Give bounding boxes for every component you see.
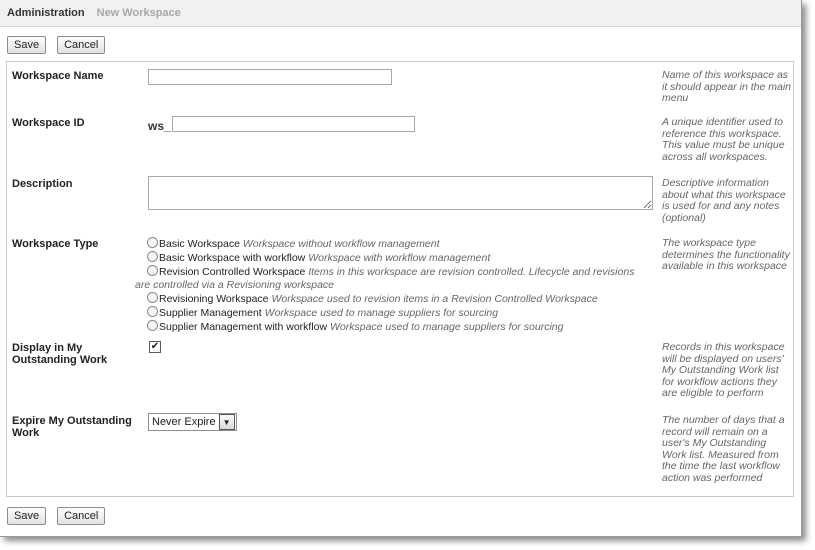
- expire-label: Expire My Outstanding Work: [12, 415, 132, 439]
- workspace-form: Workspace Name Name of this workspace as…: [6, 61, 794, 497]
- bottom-toolbar: Save Cancel: [7, 507, 106, 527]
- chevron-down-icon[interactable]: ▼: [218, 414, 235, 430]
- breadcrumb-new-workspace: New Workspace: [96, 7, 181, 19]
- outstanding-help: Records in this workspace will be displa…: [662, 341, 785, 399]
- description-textarea[interactable]: [148, 176, 653, 210]
- type-option-label: Basic Workspace with workflow: [159, 252, 306, 264]
- type-option-revisioning[interactable]: Revisioning Workspace Workspace used to …: [147, 292, 652, 306]
- workspace-type-help: The workspace type determines the functi…: [662, 237, 790, 272]
- type-option-revision-controlled[interactable]: Revision Controlled Workspace Items in t…: [135, 265, 645, 292]
- workspace-id-help: A unique identifier used to reference th…: [662, 116, 785, 163]
- workspace-id-label: Workspace ID: [12, 117, 85, 129]
- type-option-label: Basic Workspace: [159, 238, 240, 250]
- checkmark-icon: ✔: [150, 341, 160, 352]
- type-option-description: Workspace used to manage suppliers for s…: [264, 307, 499, 319]
- cancel-button-bottom[interactable]: Cancel: [57, 507, 106, 525]
- type-option-label: Supplier Management with workflow: [159, 321, 328, 333]
- radio-icon[interactable]: [147, 237, 158, 248]
- description-help: Descriptive information about what this …: [662, 177, 786, 224]
- description-label: Description: [12, 178, 73, 190]
- radio-icon[interactable]: [147, 306, 158, 317]
- radio-icon[interactable]: [147, 320, 158, 331]
- type-option-basic[interactable]: Basic Workspace Workspace without workfl…: [147, 237, 652, 251]
- outstanding-label: Display in My Outstanding Work: [12, 342, 108, 366]
- save-button-bottom[interactable]: Save: [7, 507, 47, 525]
- expire-help: The number of days that a record will re…: [662, 414, 785, 484]
- expire-select[interactable]: Never Expire ▼: [148, 413, 237, 431]
- workspace-name-input[interactable]: [148, 69, 392, 85]
- workspace-id-prefix: ws_: [148, 119, 171, 133]
- type-option-description: Workspace with workflow management: [308, 252, 491, 264]
- workspace-window: Administration New Workspace Save Cancel…: [0, 0, 802, 537]
- breadcrumb-administration[interactable]: Administration: [7, 7, 85, 19]
- type-option-supplier[interactable]: Supplier Management Workspace used to ma…: [147, 306, 652, 320]
- top-toolbar: Save Cancel: [7, 36, 106, 56]
- radio-icon[interactable]: [147, 251, 158, 262]
- cancel-button[interactable]: Cancel: [57, 36, 106, 54]
- type-option-label: Supplier Management: [159, 307, 262, 319]
- breadcrumb: Administration New Workspace: [0, 0, 801, 27]
- expire-select-value: Never Expire: [152, 416, 216, 428]
- workspace-type-label: Workspace Type: [12, 238, 99, 250]
- workspace-name-label: Workspace Name: [12, 70, 104, 82]
- type-option-label: Revision Controlled Workspace: [159, 266, 306, 278]
- outstanding-checkbox[interactable]: ✔: [149, 341, 161, 353]
- radio-icon[interactable]: [147, 265, 158, 276]
- type-option-description: Workspace without workflow management: [242, 238, 440, 250]
- type-option-supplier-workflow[interactable]: Supplier Management with workflow Worksp…: [147, 320, 652, 334]
- type-option-basic-workflow[interactable]: Basic Workspace with workflow Workspace …: [147, 251, 652, 265]
- save-button[interactable]: Save: [7, 36, 47, 54]
- workspace-name-help: Name of this workspace as it should appe…: [662, 69, 791, 104]
- radio-icon[interactable]: [147, 292, 158, 303]
- workspace-id-input[interactable]: [172, 116, 415, 132]
- type-option-label: Revisioning Workspace: [159, 293, 269, 305]
- type-option-description: Workspace used to revision items in a Re…: [271, 293, 598, 305]
- type-option-description: Workspace used to manage suppliers for s…: [330, 321, 564, 333]
